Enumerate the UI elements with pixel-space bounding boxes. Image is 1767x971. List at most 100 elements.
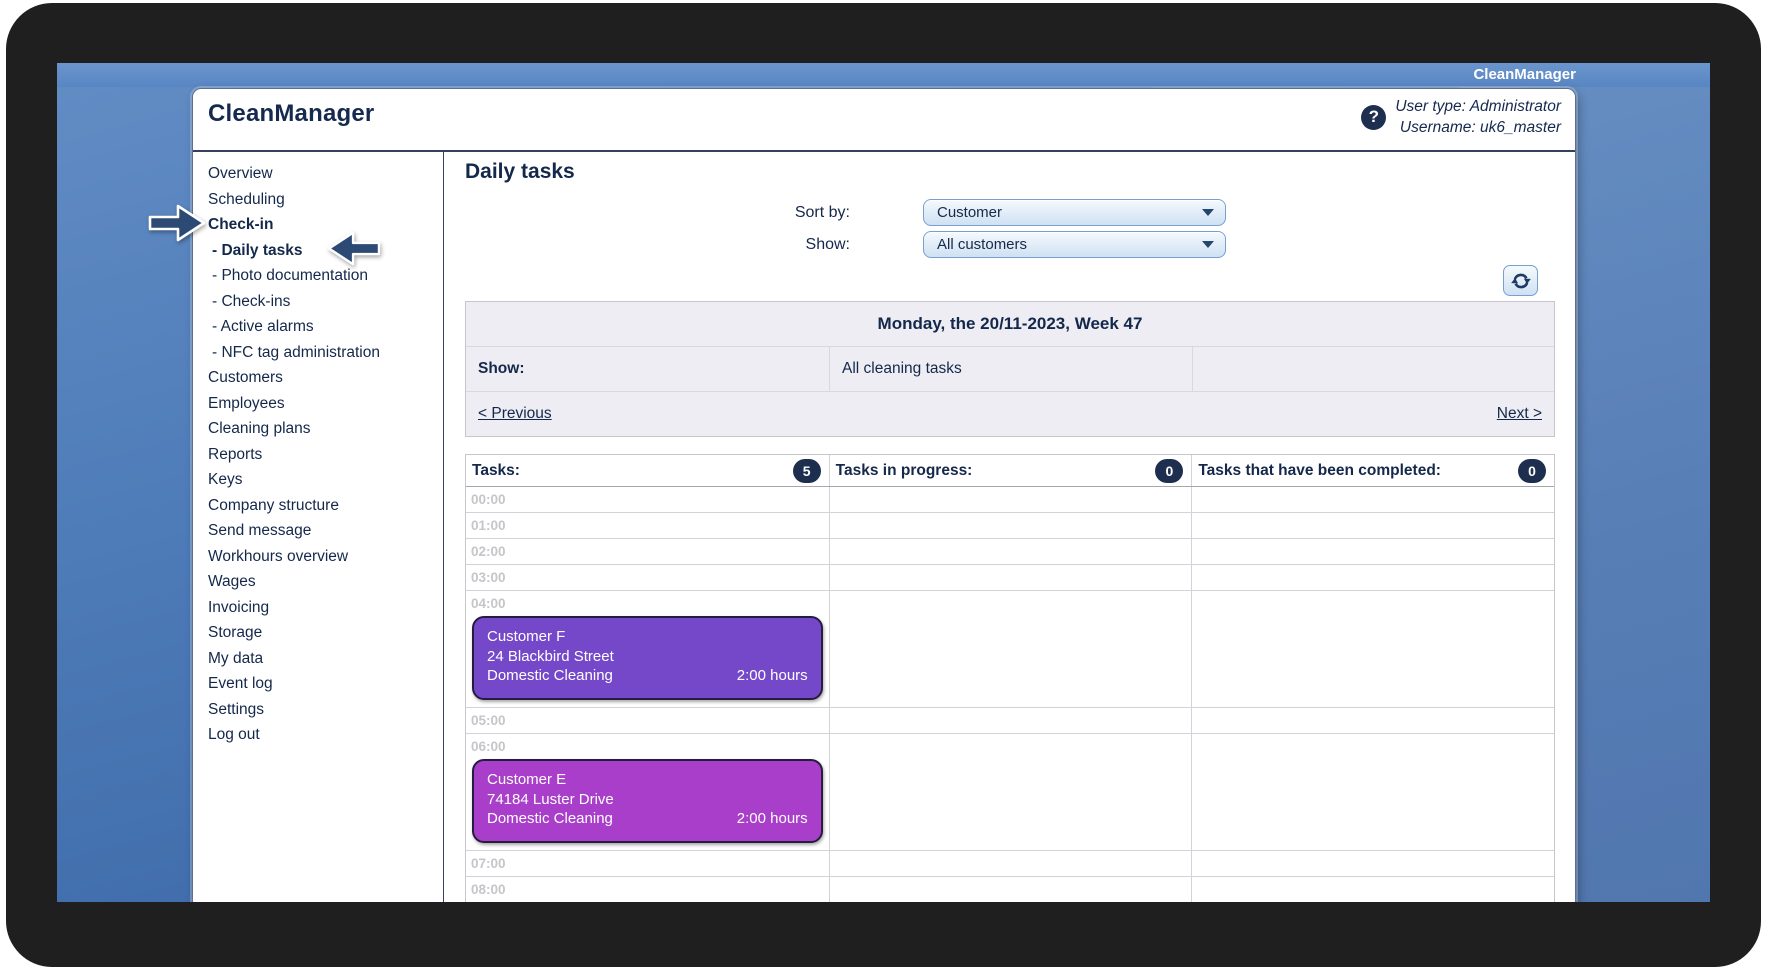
tasks-cell: 08:00 — [466, 877, 829, 902]
app-header: CleanManager ? User type: Administrator … — [193, 89, 1575, 152]
window-body: Overview Scheduling Check-in - Daily tasks -… — [193, 152, 1575, 902]
hour-label: 00:00 — [471, 492, 506, 507]
previous-day-link[interactable]: < Previous — [478, 392, 552, 436]
sidebar-item-active-alarms[interactable]: - Active alarms — [208, 314, 443, 340]
sort-by-value: Customer — [937, 204, 1003, 221]
task-customer: Customer E — [487, 771, 567, 788]
sidebar-item-send-message[interactable]: Send message — [208, 518, 443, 544]
hour-row-03-00: 03:00 — [466, 565, 1554, 591]
app-window: CleanManager ? User type: Administrator … — [192, 88, 1576, 902]
sidebar-item-keys[interactable]: Keys — [208, 467, 443, 493]
in-progress-cell — [828, 539, 1192, 564]
help-icon[interactable]: ? — [1361, 104, 1387, 130]
tasks-cell: 05:00 — [466, 708, 829, 733]
sidebar-item-company-structure[interactable]: Company structure — [208, 493, 443, 519]
sidebar-item-workhours-overview[interactable]: Workhours overview — [208, 544, 443, 570]
refresh-button[interactable] — [1503, 265, 1538, 296]
sidebar-item-my-data[interactable]: My data — [208, 646, 443, 672]
date-title: Monday, the 20/11-2023, Week 47 — [466, 302, 1554, 347]
hour-row-02-00: 02:00 — [466, 539, 1554, 565]
sidebar-item-check-ins[interactable]: - Check-ins — [208, 289, 443, 315]
browser-titlebar: CleanManager — [57, 63, 1710, 87]
task-service: Domestic Cleaning — [487, 667, 613, 684]
page-title: Daily tasks — [465, 160, 575, 183]
column-label: Tasks in progress: — [835, 461, 973, 479]
task-address: 24 Blackbird Street — [487, 647, 614, 665]
sort-by-select[interactable]: Customer — [923, 199, 1226, 226]
hour-label: 05:00 — [471, 713, 506, 728]
in-progress-cell — [828, 487, 1192, 512]
filter-controls: Sort by: Customer Show: All customers — [465, 199, 1555, 258]
hour-row-00-00: 00:00 — [466, 487, 1554, 513]
hour-label: 03:00 — [471, 570, 506, 585]
date-nav-row: < Previous Next > — [466, 392, 1554, 436]
sidebar-item-settings[interactable]: Settings — [208, 697, 443, 723]
board-rows: 00:00 01:00 02:00 03:00 04:00 Customer F 24 Bl… — [466, 487, 1554, 902]
sidebar-item-customers[interactable]: Customers — [208, 365, 443, 391]
show-label: Show: — [805, 236, 850, 253]
completed-cell — [1191, 565, 1554, 590]
completed-cell — [1191, 708, 1554, 733]
user-type-text: User type: Administrator — [1395, 98, 1561, 115]
hour-label: 02:00 — [471, 544, 506, 559]
desktop-background: CleanManager CleanManager ? User type: A… — [57, 63, 1710, 902]
board-column-header-tasks: Tasks: 5 — [466, 455, 829, 486]
column-label: Tasks that have been completed: — [1198, 461, 1441, 479]
sidebar-item-overview[interactable]: Overview — [208, 161, 443, 187]
task-address: 74184 Luster Drive — [487, 790, 614, 808]
date-show-label: Show: — [478, 360, 525, 377]
date-bar: Monday, the 20/11-2023, Week 47 Show: Al… — [465, 301, 1555, 437]
sidebar-item-reports[interactable]: Reports — [208, 442, 443, 468]
hour-row-08-00: 08:00 — [466, 877, 1554, 902]
column-label: Tasks: — [472, 461, 520, 479]
count-badge: 0 — [1518, 458, 1547, 483]
hour-row-04-00: 04:00 Customer F 24 Blackbird Street Domest… — [466, 591, 1554, 708]
task-duration: 2:00 hours — [736, 667, 808, 684]
completed-cell — [1191, 877, 1554, 902]
sidebar-item-scheduling[interactable]: Scheduling — [208, 187, 443, 213]
username-text: Username: uk6_master — [1399, 119, 1561, 136]
hour-label: 04:00 — [471, 596, 506, 611]
completed-cell — [1191, 591, 1554, 707]
task-card-customer-e[interactable]: Customer E 74184 Luster Drive Domestic Cle… — [472, 759, 823, 843]
next-day-link[interactable]: Next > — [1497, 392, 1542, 436]
app-logo: CleanManager — [208, 100, 375, 127]
titlebar-brand: CleanManager — [1473, 66, 1576, 83]
completed-cell — [1191, 734, 1554, 850]
in-progress-cell — [828, 591, 1192, 707]
task-card-customer-f[interactable]: Customer F 24 Blackbird Street Domestic Cl… — [472, 616, 823, 700]
in-progress-cell — [828, 851, 1192, 876]
tasks-cell: 00:00 — [466, 487, 829, 512]
in-progress-cell — [828, 708, 1192, 733]
sidebar-item-nfc-tag-administration[interactable]: - NFC tag administration — [208, 340, 443, 366]
date-filter-row: Show: All cleaning tasks — [466, 347, 1554, 392]
in-progress-cell — [828, 734, 1192, 850]
screenshot-stage: CleanManager CleanManager ? User type: A… — [0, 0, 1767, 971]
sidebar-item-event-log[interactable]: Event log — [208, 671, 443, 697]
sidebar-item-invoicing[interactable]: Invoicing — [208, 595, 443, 621]
hour-label: 07:00 — [471, 856, 506, 871]
sidebar-item-employees[interactable]: Employees — [208, 391, 443, 417]
tasks-cell: 06:00 Customer E 74184 Luster Drive Domesti… — [466, 734, 829, 850]
pointer-arrow-check-in — [148, 204, 206, 242]
task-service: Domestic Cleaning — [487, 810, 613, 827]
task-customer: Customer F — [487, 628, 566, 645]
hour-row-05-00: 05:00 — [466, 708, 1554, 734]
show-value: All customers — [937, 236, 1028, 253]
in-progress-cell — [828, 513, 1192, 538]
in-progress-cell — [828, 565, 1192, 590]
hour-row-07-00: 07:00 — [466, 851, 1554, 877]
show-select[interactable]: All customers — [923, 231, 1226, 258]
sidebar-item-storage[interactable]: Storage — [208, 620, 443, 646]
completed-cell — [1191, 851, 1554, 876]
sidebar-item-cleaning-plans[interactable]: Cleaning plans — [208, 416, 443, 442]
in-progress-cell — [828, 877, 1192, 902]
task-board: Tasks: 5 Tasks in progress: 0 Tasks that hav… — [465, 454, 1555, 902]
hour-label: 08:00 — [471, 882, 506, 897]
tasks-cell: 01:00 — [466, 513, 829, 538]
completed-cell — [1191, 539, 1554, 564]
sidebar-item-log-out[interactable]: Log out — [208, 722, 443, 748]
hour-row-01-00: 01:00 — [466, 513, 1554, 539]
tasks-cell: 03:00 — [466, 565, 829, 590]
sidebar-item-wages[interactable]: Wages — [208, 569, 443, 595]
